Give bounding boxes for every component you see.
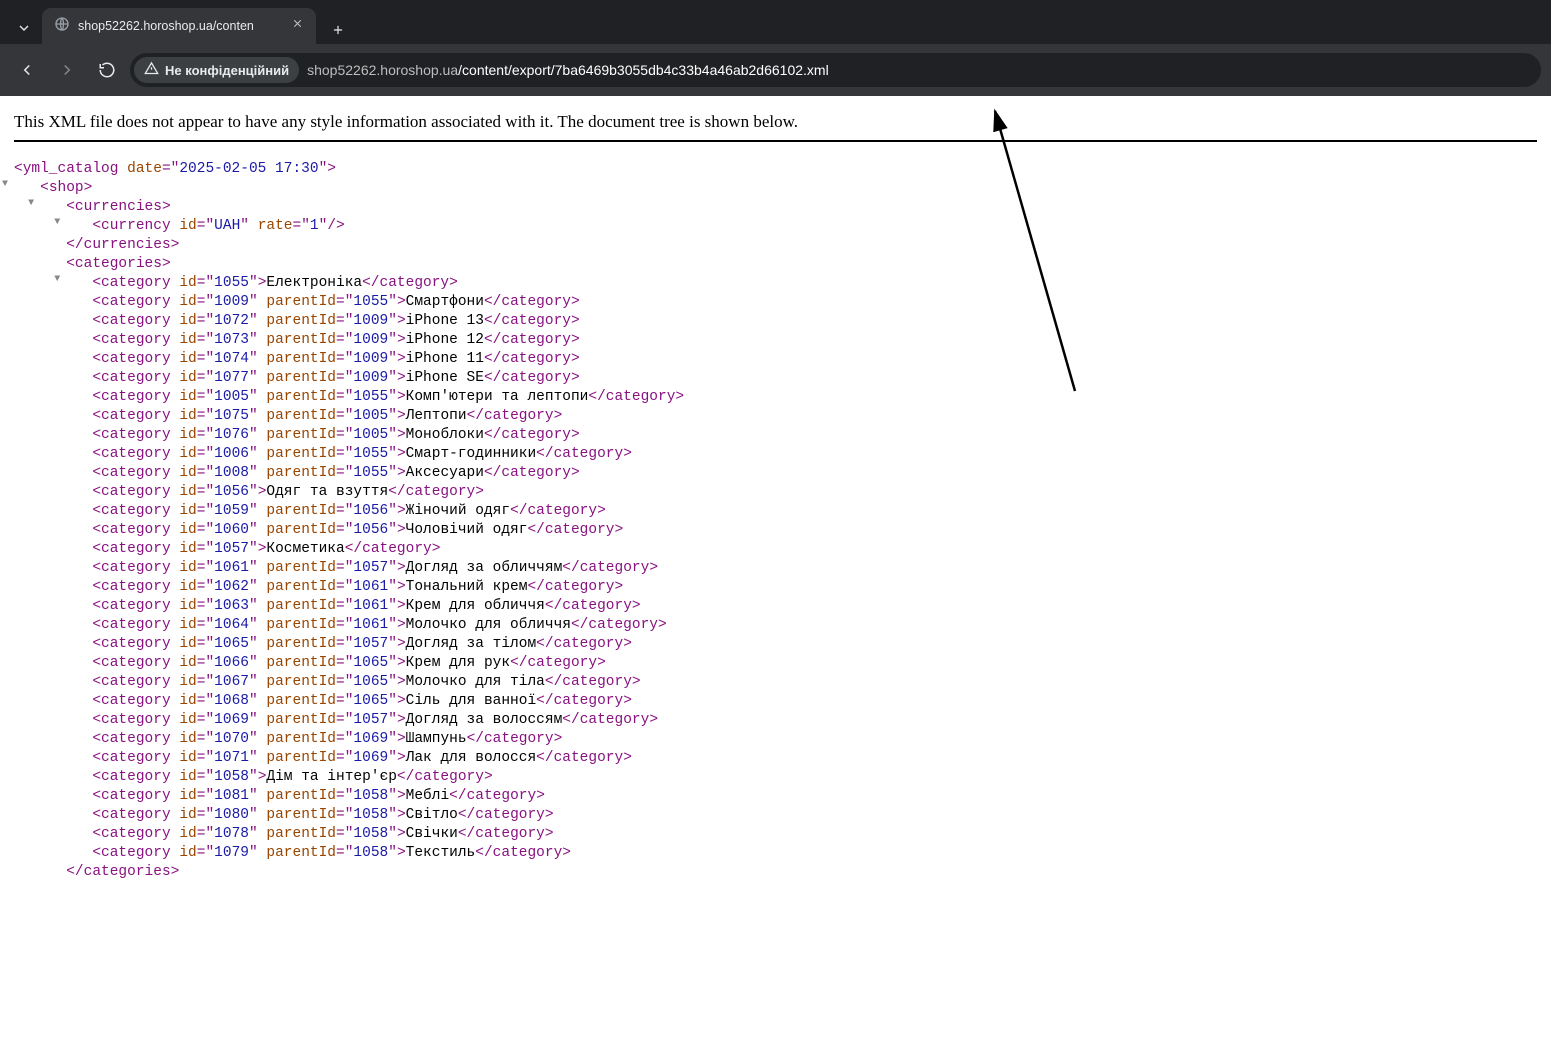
- forward-button[interactable]: [50, 53, 84, 87]
- browser-tab[interactable]: shop52262.horoshop.ua/conten: [42, 8, 316, 44]
- reload-button[interactable]: [90, 53, 124, 87]
- close-icon[interactable]: [291, 17, 304, 35]
- tabs-dropdown-button[interactable]: [6, 12, 42, 44]
- toolbar: Не конфіденційний shop52262.horoshop.ua/…: [0, 44, 1551, 96]
- tab-strip: shop52262.horoshop.ua/conten: [0, 0, 1551, 44]
- security-label: Не конфіденційний: [165, 63, 289, 78]
- warning-icon: [144, 61, 159, 79]
- security-chip[interactable]: Не конфіденційний: [134, 57, 299, 83]
- url-host: shop52262.horoshop.ua: [307, 62, 458, 78]
- url-path: /content/export/7ba6469b3055db4c33b4a46a…: [458, 62, 829, 78]
- xml-no-style-banner: This XML file does not appear to have an…: [14, 108, 1537, 142]
- url-text: shop52262.horoshop.ua/content/export/7ba…: [307, 62, 829, 78]
- back-button[interactable]: [10, 53, 44, 87]
- new-tab-button[interactable]: [324, 16, 352, 44]
- browser-chrome: shop52262.horoshop.ua/conten Не конфіден…: [0, 0, 1551, 96]
- xml-tree: <yml_catalog date="2025-02-05 17:30"> <s…: [14, 160, 1537, 882]
- tab-title: shop52262.horoshop.ua/conten: [78, 19, 283, 33]
- address-bar[interactable]: Не конфіденційний shop52262.horoshop.ua/…: [130, 53, 1541, 87]
- page-content: This XML file does not appear to have an…: [0, 96, 1551, 922]
- globe-icon: [54, 16, 70, 37]
